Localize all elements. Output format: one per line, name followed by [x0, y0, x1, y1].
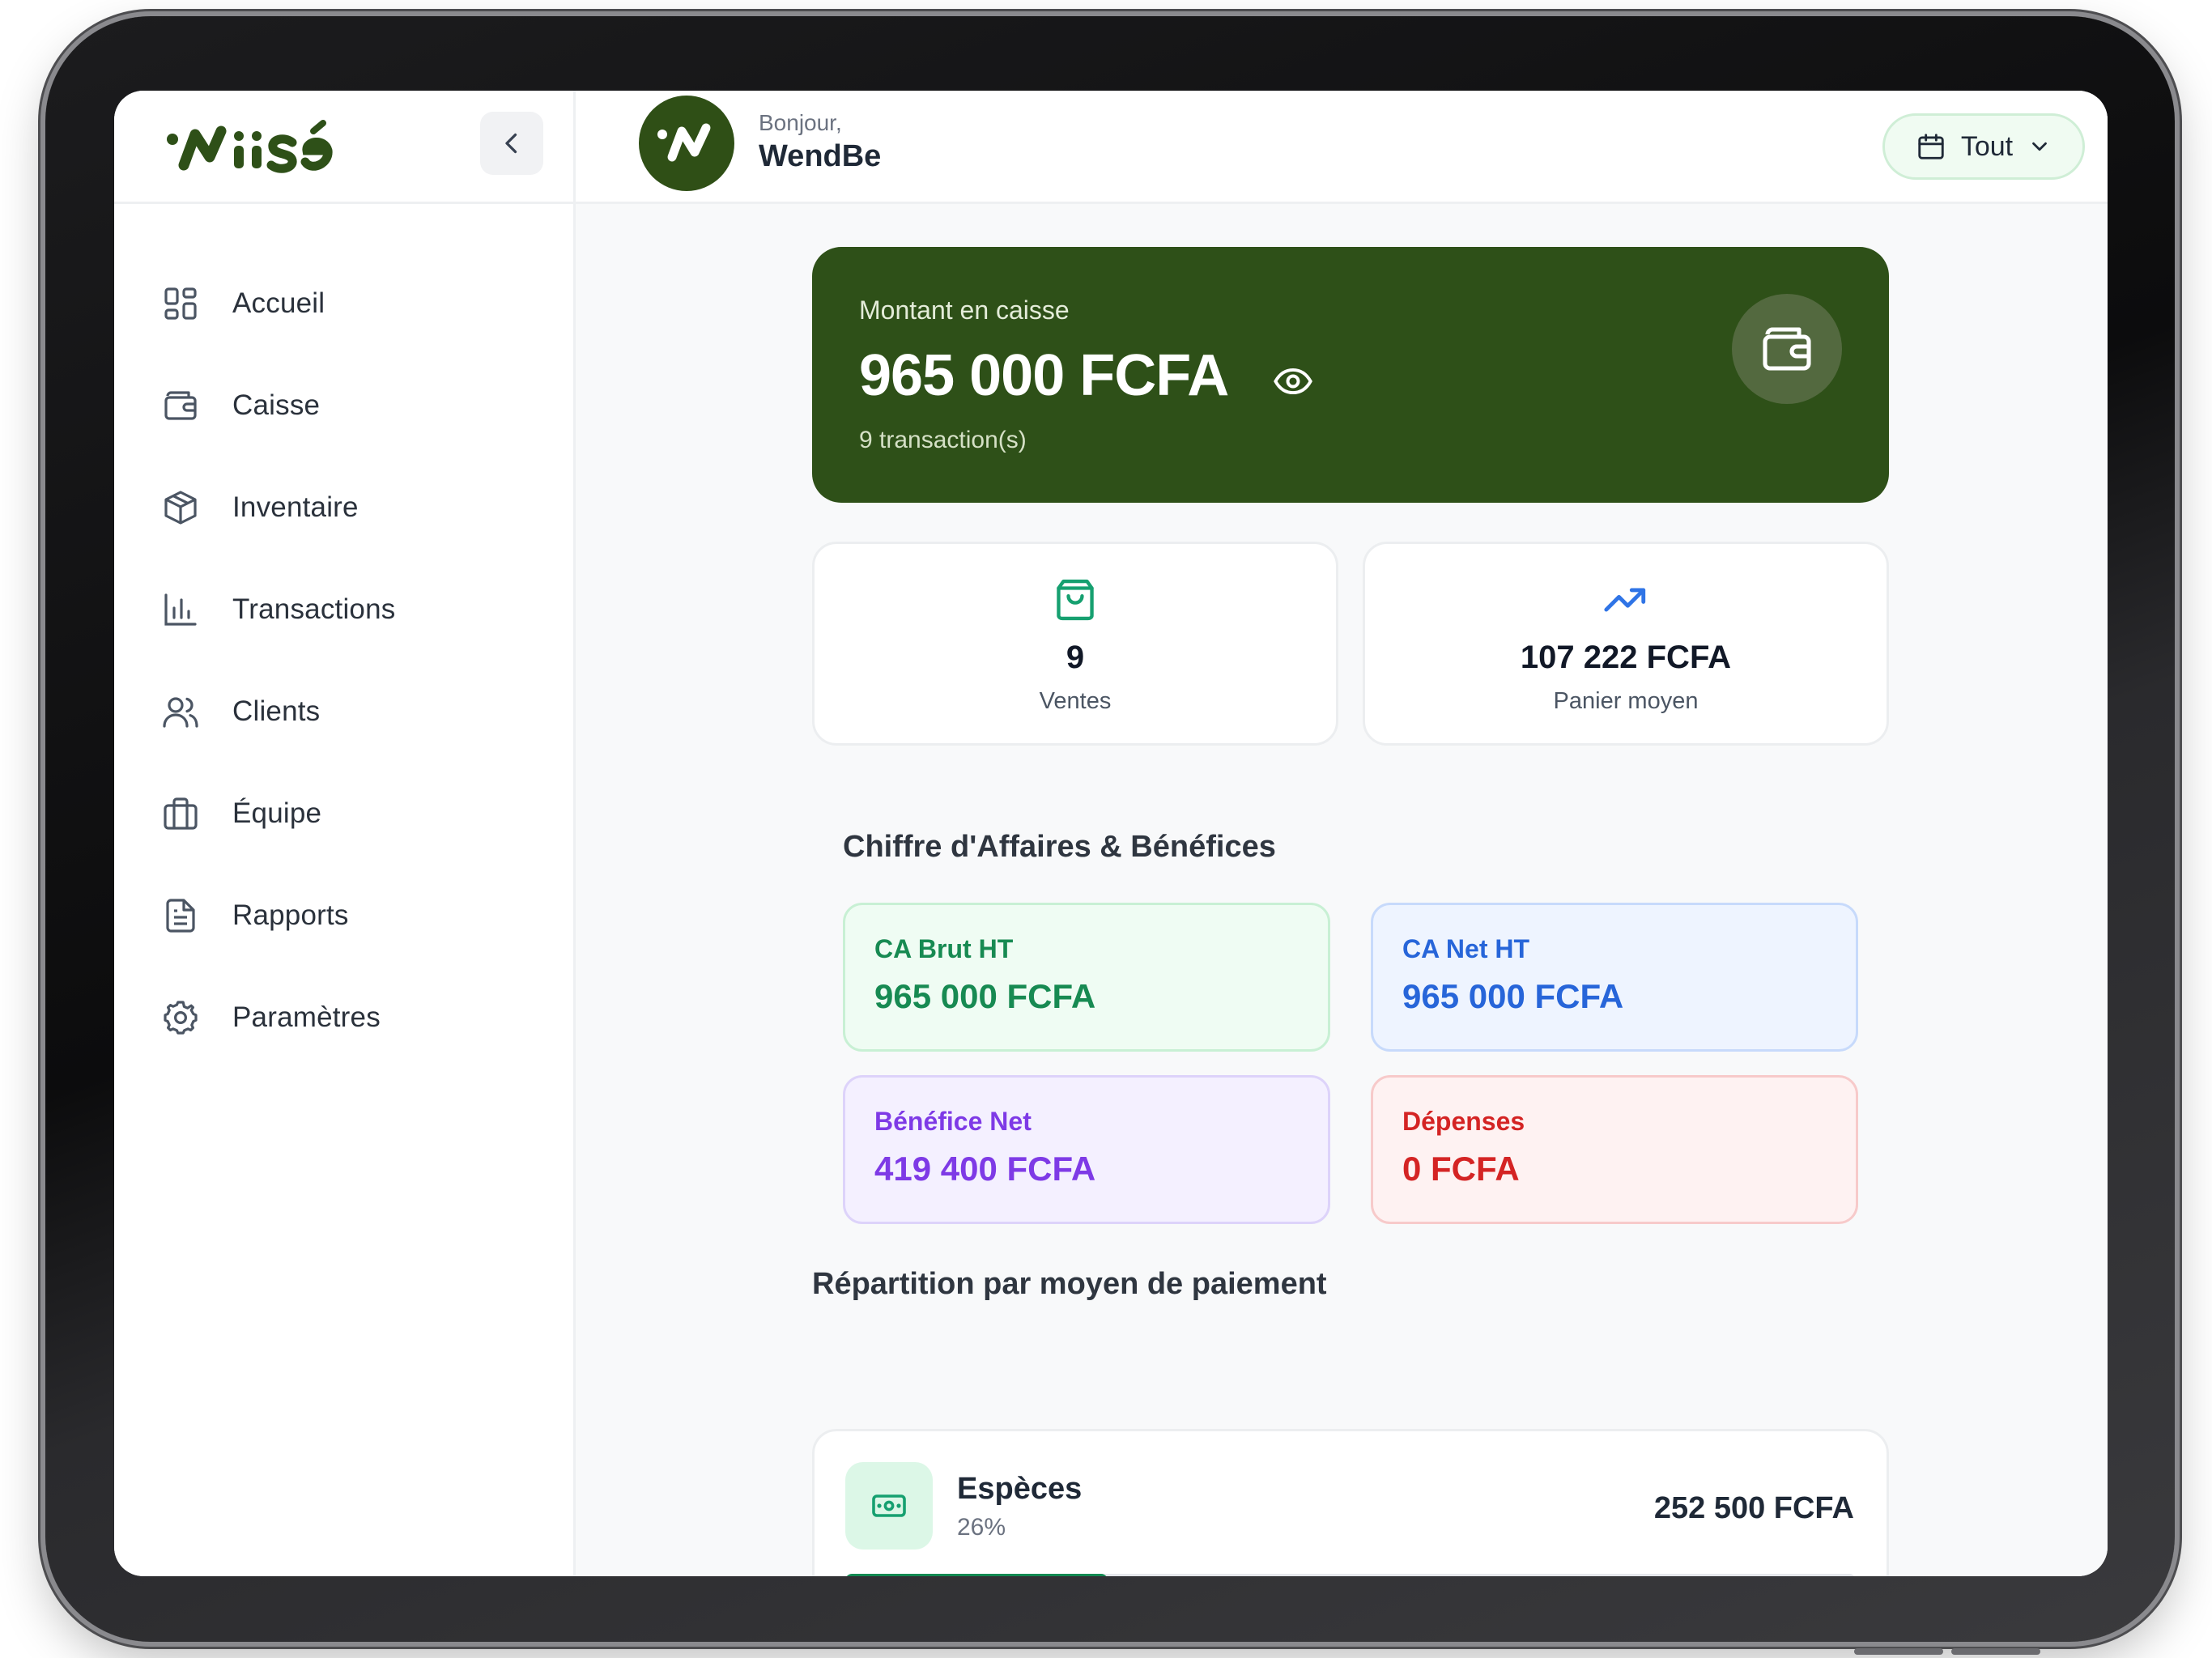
sidebar-item-parametres[interactable]: Paramètres	[114, 967, 576, 1069]
sales-count-label: Ventes	[1039, 688, 1112, 714]
niise-logo[interactable]	[163, 115, 357, 180]
sidebar-item-equipe[interactable]: Équipe	[114, 763, 576, 865]
sidebar: Accueil Caisse Inventaire Transactions C…	[114, 91, 576, 1576]
eye-icon[interactable]	[1272, 360, 1314, 402]
sidebar-item-label: Rapports	[232, 899, 349, 931]
payment-method-icon-badge	[845, 1462, 933, 1550]
calendar-icon	[1918, 134, 1944, 159]
bar-chart-icon	[164, 593, 197, 626]
sidebar-item-label: Inventaire	[232, 491, 359, 523]
net-profit-label: Bénéfice Net	[874, 1107, 1032, 1136]
chevron-left-icon	[505, 133, 517, 154]
sidebar-item-caisse[interactable]: Caisse	[114, 355, 576, 457]
sales-count-value: 9	[1066, 640, 1085, 675]
net-profit-value: 419 400 FCFA	[874, 1150, 1096, 1188]
briefcase-icon	[164, 797, 198, 830]
banknote-icon	[872, 1494, 906, 1517]
transaction-count: 9 transaction(s)	[859, 427, 1027, 453]
payment-method-percent: 26%	[957, 1514, 1006, 1541]
package-icon	[164, 491, 197, 525]
cash-title: Montant en caisse	[859, 295, 1070, 325]
payment-method-amount: 252 500 FCFA	[1653, 1491, 1854, 1525]
payment-method-name: Espèces	[957, 1472, 1083, 1506]
shopping-bag-icon	[1057, 579, 1094, 621]
sidebar-nav: Accueil Caisse Inventaire Transactions C…	[114, 253, 576, 1069]
period-filter-dropdown[interactable]: Tout	[1882, 113, 2085, 180]
net-revenue-value: 965 000 FCFA	[1402, 977, 1624, 1015]
top-bar: Bonjour, WendBe Tout	[576, 91, 2108, 204]
gear-icon	[164, 1001, 198, 1035]
greeting-text: Bonjour,	[759, 110, 842, 135]
sidebar-header	[114, 91, 576, 204]
average-basket-label: Panier moyen	[1553, 688, 1699, 714]
wallet-badge	[1732, 294, 1842, 404]
cash-amount: 965 000 FCFA	[859, 343, 1229, 408]
grid-icon	[164, 287, 197, 320]
gross-revenue-card: CA Brut HT 965 000 FCFA	[843, 903, 1330, 1052]
revenue-section-title: Chiffre d'Affaires & Bénéfices	[843, 830, 1276, 864]
sidebar-item-label: Paramètres	[232, 1001, 381, 1033]
avatar[interactable]	[639, 96, 734, 191]
period-filter-label: Tout	[1960, 130, 2014, 162]
user-name: WendBe	[759, 139, 882, 173]
average-basket-card: 107 222 FCFA Panier moyen	[1363, 542, 1889, 746]
cash-balance-card: Montant en caisse 965 000 FCFA 9 transac…	[812, 247, 1889, 503]
net-revenue-card: CA Net HT 965 000 FCFA	[1371, 903, 1858, 1052]
file-text-icon	[166, 899, 195, 933]
sidebar-item-label: Transactions	[232, 593, 396, 625]
sidebar-item-label: Clients	[232, 695, 321, 727]
sidebar-item-rapports[interactable]: Rapports	[114, 865, 576, 967]
sidebar-item-label: Caisse	[232, 389, 321, 421]
gross-revenue-label: CA Brut HT	[874, 934, 1014, 963]
sidebar-item-clients[interactable]: Clients	[114, 661, 576, 763]
average-basket-value: 107 222 FCFA	[1520, 640, 1732, 675]
sidebar-item-transactions[interactable]: Transactions	[114, 559, 576, 661]
payment-method-row[interactable]: Espèces 26% 252 500 FCFA	[812, 1429, 1889, 1576]
wallet-icon	[1763, 327, 1811, 371]
gross-revenue-value: 965 000 FCFA	[874, 977, 1096, 1015]
chevron-down-icon	[2032, 142, 2047, 151]
trending-up-icon	[1604, 588, 1646, 612]
app-screen: Accueil Caisse Inventaire Transactions C…	[114, 91, 2108, 1576]
dashboard-content: Montant en caisse 965 000 FCFA 9 transac…	[576, 206, 2108, 1576]
net-profit-card: Bénéfice Net 419 400 FCFA	[843, 1075, 1330, 1224]
payment-section-title: Répartition par moyen de paiement	[812, 1267, 1327, 1301]
expenses-card: Dépenses 0 FCFA	[1371, 1075, 1858, 1224]
expenses-label: Dépenses	[1402, 1107, 1525, 1136]
brand-mark-icon	[657, 123, 711, 162]
device-volume-button	[1951, 1648, 2040, 1655]
users-icon	[163, 697, 198, 728]
wallet-icon	[164, 391, 197, 420]
sidebar-item-label: Accueil	[232, 287, 325, 319]
device-volume-button	[1854, 1648, 1943, 1655]
sidebar-collapse-button[interactable]	[480, 112, 543, 175]
sales-count-card: 9 Ventes	[812, 542, 1338, 746]
sidebar-item-accueil[interactable]: Accueil	[114, 253, 576, 355]
sidebar-item-label: Équipe	[232, 797, 322, 829]
payment-progress-track	[845, 1574, 1856, 1576]
net-revenue-label: CA Net HT	[1402, 934, 1530, 963]
expenses-value: 0 FCFA	[1402, 1150, 1520, 1188]
main-area: Bonjour, WendBe Tout Montant en caisse 9…	[576, 91, 2108, 1576]
sidebar-item-inventaire[interactable]: Inventaire	[114, 457, 576, 559]
payment-progress-fill	[845, 1574, 1108, 1576]
